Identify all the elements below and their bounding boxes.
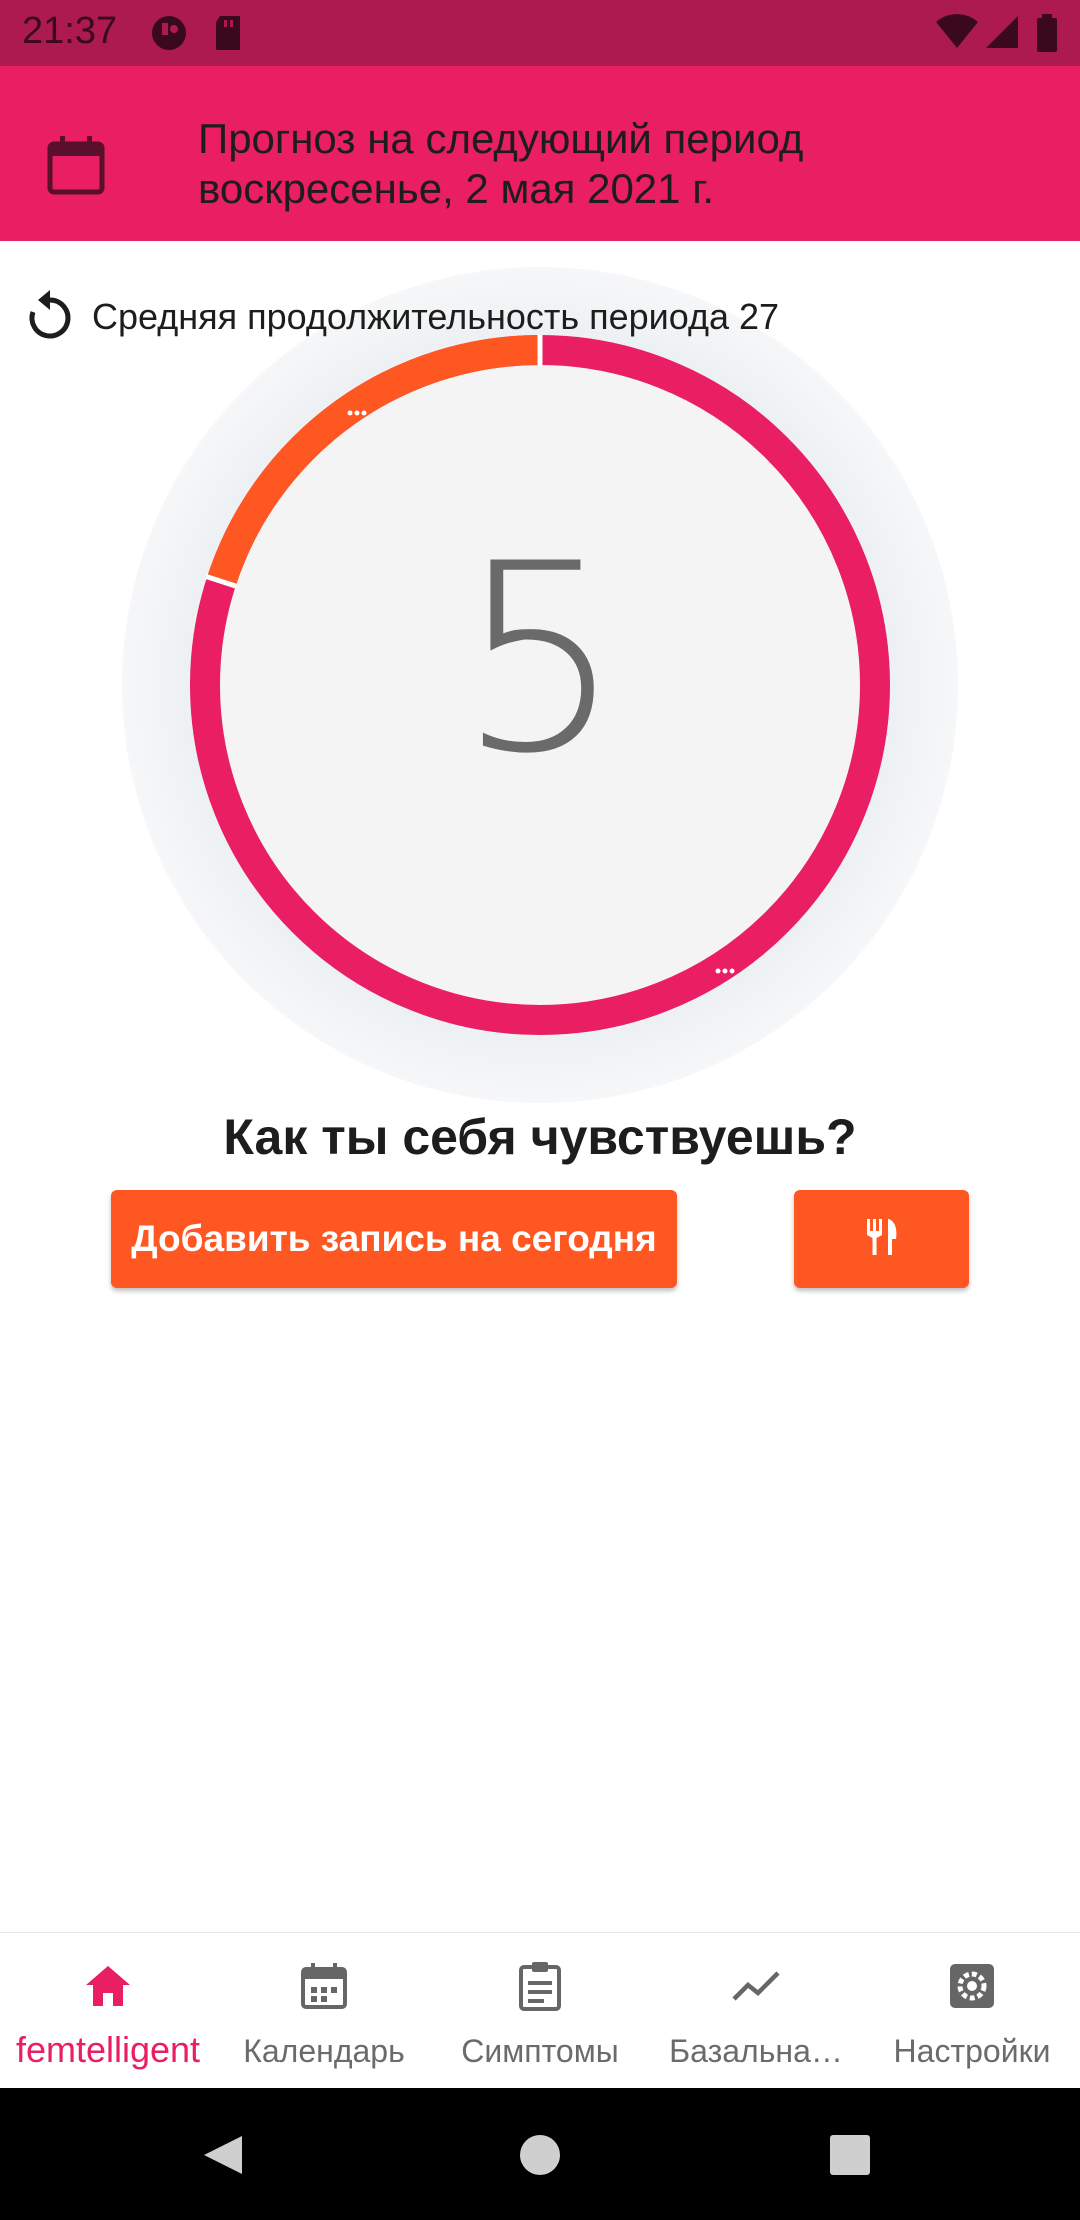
sd-card-icon — [212, 14, 244, 57]
wifi-icon — [935, 14, 979, 55]
ovulation-dots-marker — [715, 968, 735, 974]
food-button[interactable] — [794, 1190, 969, 1288]
average-cycle-length: Средняя продолжительность периода 27 — [92, 296, 780, 337]
calendar-icon — [46, 134, 106, 201]
forecast-date: воскресенье, 2 мая 2021 г. — [198, 165, 715, 212]
home-icon — [83, 1961, 133, 2016]
system-navigation-bar — [0, 2088, 1080, 2220]
home-button-icon[interactable] — [519, 2134, 561, 2181]
status-time: 21:37 — [22, 10, 118, 52]
app-header: Прогноз на следующий период воскресенье,… — [0, 66, 1080, 241]
back-icon[interactable] — [200, 2132, 246, 2183]
nav-label-settings: Настройки — [893, 2033, 1051, 2069]
nav-item-settings[interactable]: Настройки — [864, 1933, 1080, 2089]
clipboard-icon — [515, 1961, 565, 2016]
next-period-forecast: Прогноз на следующий период воскресенье,… — [198, 114, 803, 214]
current-cycle-day: 5 — [457, 509, 623, 811]
how-do-you-feel-heading: Как ты себя чувствуешь? — [223, 1109, 857, 1165]
nav-label-home: femtelligent — [15, 2029, 201, 2070]
period-dots-marker — [347, 410, 367, 416]
nav-item-basal[interactable]: Базальна… — [648, 1933, 864, 2089]
calendar-icon — [299, 1961, 349, 2016]
status-bar: 21:37 — [0, 0, 1080, 66]
bottom-navigation: femtelligent Календарь Симптомы Базальна… — [0, 1932, 1080, 2089]
trending-icon — [731, 1961, 781, 2016]
battery-icon — [1036, 14, 1058, 57]
nav-item-symptoms[interactable]: Симптомы — [432, 1933, 648, 2089]
nav-item-calendar[interactable]: Календарь — [216, 1933, 432, 2089]
refresh-icon[interactable] — [24, 288, 76, 349]
nav-label-symptoms: Симптомы — [461, 2033, 619, 2069]
nav-label-basal: Базальна… — [669, 2033, 843, 2069]
signal-icon — [984, 14, 1020, 55]
add-entry-button[interactable]: Добавить запись на сегодня — [111, 1190, 677, 1288]
app-notification-icon — [150, 14, 188, 57]
nav-item-home[interactable]: femtelligent — [0, 1933, 216, 2089]
fork-knife-icon — [862, 1217, 902, 1262]
nav-label-calendar: Календарь — [243, 2033, 405, 2069]
gear-icon — [947, 1961, 997, 2016]
forecast-title: Прогноз на следующий период — [198, 115, 804, 162]
recents-icon[interactable] — [830, 2135, 870, 2180]
